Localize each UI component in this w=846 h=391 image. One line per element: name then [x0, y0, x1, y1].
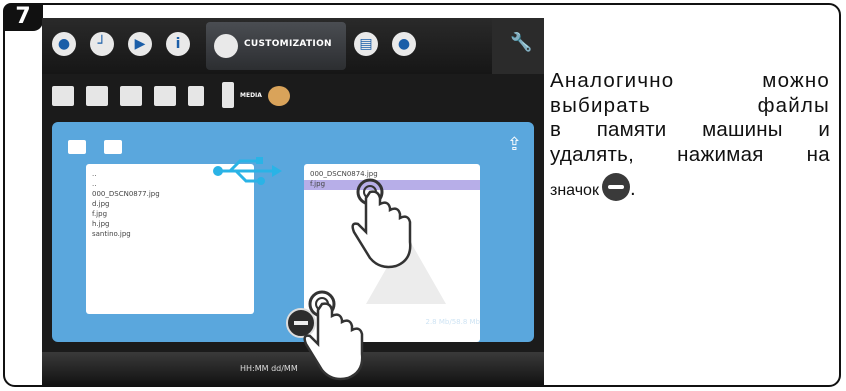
pen-icon: [214, 34, 238, 58]
palette-icon[interactable]: [268, 86, 290, 106]
tap-hand-icon-2: [303, 290, 364, 381]
user-icon[interactable]: ●: [392, 32, 416, 56]
device-screenshot: ● ┘ ▶ i CUSTOMIZATION ▤ ● 🔧 MEDIA ⇪ .. .…: [42, 18, 544, 387]
instruction-period: .: [629, 177, 637, 200]
clock-icon[interactable]: ┘: [90, 32, 114, 56]
screen-icon[interactable]: [154, 86, 176, 106]
instruction-line-4: удалять, нажимая на: [550, 142, 830, 166]
minus-icon: [601, 173, 630, 201]
media-tab-label[interactable]: MEDIA: [240, 92, 262, 99]
info-icon[interactable]: i: [166, 32, 190, 56]
slideshow-icon[interactable]: [120, 86, 142, 106]
instruction-last-word: значок: [550, 182, 599, 199]
book-icon[interactable]: [52, 86, 74, 106]
list-item[interactable]: santino.jpg: [86, 230, 254, 240]
instruction-line-1: Аналогично можно: [550, 69, 830, 92]
list-item[interactable]: f.jpg: [86, 210, 254, 220]
instruction-text: Аналогично можно выбирать файлы в памяти…: [550, 69, 830, 204]
customization-submenu: MEDIA: [42, 78, 544, 118]
document-icon[interactable]: ▤: [354, 32, 378, 56]
instruction-line-3: в памяти машины и: [550, 118, 830, 141]
usb-stick-icon[interactable]: [222, 82, 234, 108]
flag-icon[interactable]: ▶: [128, 32, 152, 56]
tap-hand-icon: [351, 178, 412, 269]
video-icon[interactable]: [104, 140, 122, 154]
export-icon[interactable]: ⇪: [507, 134, 522, 155]
wrench-icon: 🔧: [510, 32, 533, 53]
list-item[interactable]: d.jpg: [86, 200, 254, 210]
usb-file-list: .. .. 000_DSCN0877.jpg d.jpg f.jpg h.jpg…: [86, 164, 254, 314]
list-item[interactable]: 000_DSCN0877.jpg: [86, 190, 254, 200]
speaker-icon[interactable]: [188, 86, 204, 106]
photo-icon[interactable]: [68, 140, 86, 154]
step-number-badge: 7: [3, 3, 43, 31]
album-icon[interactable]: [86, 86, 108, 106]
usb-icon: [213, 157, 282, 185]
tab-customization[interactable]: CUSTOMIZATION: [206, 22, 346, 70]
list-item[interactable]: h.jpg: [86, 220, 254, 230]
instruction-line-2: выбирать файлы: [550, 93, 830, 117]
water-drop-icon[interactable]: ●: [52, 32, 76, 56]
top-menu-bar: ● ┘ ▶ i CUSTOMIZATION ▤ ● 🔧: [42, 18, 544, 74]
settings-button[interactable]: 🔧: [492, 18, 544, 74]
tab-customization-label: CUSTOMIZATION: [244, 39, 332, 49]
date-time: HH:MM dd/MM: [240, 364, 298, 373]
